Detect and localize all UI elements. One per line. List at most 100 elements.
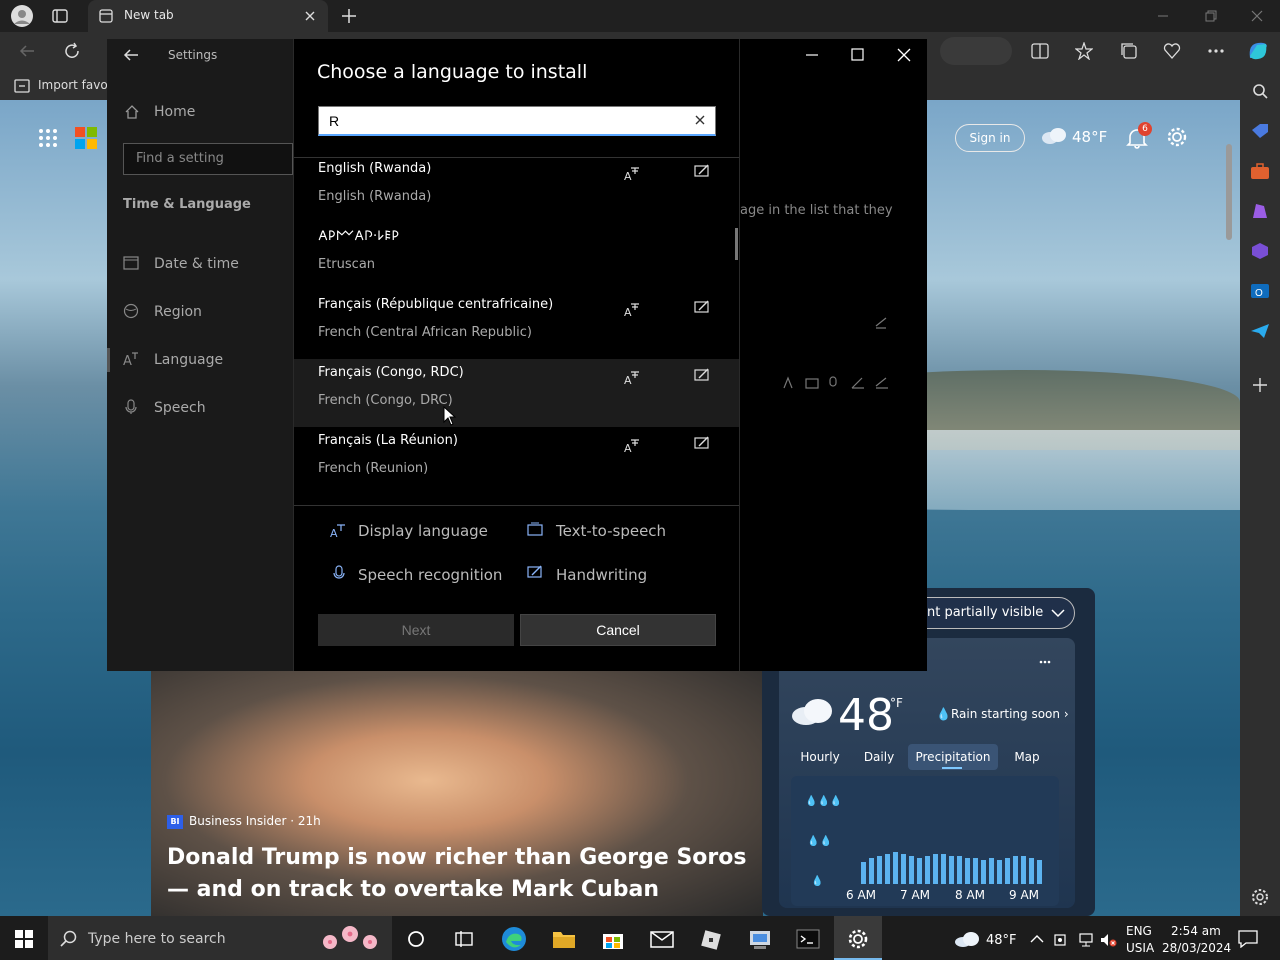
rain-forecast[interactable]: 💧Rain starting soon › bbox=[936, 707, 1069, 721]
news-source[interactable]: BI Business Insider · 21h bbox=[167, 814, 321, 829]
restore-browser-icon[interactable] bbox=[1204, 9, 1218, 23]
close-tab-icon[interactable] bbox=[304, 10, 316, 22]
nav-region[interactable]: Region bbox=[154, 304, 202, 320]
list-item[interactable]: Français (République centrafricaine) Fre… bbox=[294, 291, 739, 359]
list-item[interactable]: Français (La Réunion) French (Reunion) A bbox=[294, 427, 739, 495]
minimize-browser-icon[interactable] bbox=[1156, 10, 1170, 22]
performance-heart-icon[interactable] bbox=[1163, 42, 1181, 60]
volume-muted-icon[interactable] bbox=[1100, 932, 1118, 948]
find-setting-input[interactable]: Find a setting bbox=[123, 143, 293, 175]
page-scrollbar[interactable] bbox=[1222, 104, 1236, 916]
taskbar-search-box[interactable]: Type here to search bbox=[48, 916, 392, 960]
nav-language[interactable]: Language bbox=[154, 352, 223, 368]
tools-briefcase-icon[interactable] bbox=[1250, 162, 1270, 180]
terminal-icon[interactable] bbox=[796, 929, 820, 949]
input-region[interactable]: USIA bbox=[1126, 941, 1154, 955]
back-arrow-icon[interactable] bbox=[18, 43, 36, 59]
microsoft-365-icon[interactable] bbox=[1250, 242, 1270, 260]
clock-time[interactable]: 2:54 am bbox=[1171, 924, 1221, 938]
page-settings-gear-icon[interactable] bbox=[1166, 126, 1188, 148]
content-visibility-dropdown[interactable]: nt partially visible bbox=[910, 597, 1075, 629]
telegram-send-icon[interactable] bbox=[1250, 322, 1270, 340]
language-native-name: Français (La Réunion) bbox=[318, 433, 458, 448]
app-launcher-icon[interactable] bbox=[38, 128, 58, 148]
handwriting-icon bbox=[694, 367, 710, 383]
taskbar-settings-active[interactable] bbox=[834, 916, 882, 960]
profile-avatar-icon[interactable] bbox=[10, 4, 34, 28]
cancel-button[interactable]: Cancel bbox=[520, 614, 716, 646]
taskbar-weather-temp[interactable]: 48°F bbox=[986, 933, 1017, 948]
more-options-icon[interactable] bbox=[1207, 48, 1225, 54]
list-item[interactable]: 𐌀𐌓𐌌𐌀𐌐·𐌋𐌄𐌓 Etruscan bbox=[294, 223, 739, 291]
add-sidebar-app-icon[interactable] bbox=[1252, 377, 1268, 393]
news-headline[interactable]: Donald Trump is now richer than George S… bbox=[167, 842, 747, 906]
legend-text-to-speech: Text-to-speech bbox=[556, 522, 667, 540]
scrollbar-thumb[interactable] bbox=[1226, 144, 1232, 240]
speech-recognition-icon bbox=[332, 565, 346, 581]
games-icon[interactable] bbox=[1250, 202, 1270, 220]
language-english-name: French (Central African Republic) bbox=[318, 325, 532, 340]
taskbar-weather-cloud-icon bbox=[954, 931, 980, 947]
weather-tab-map[interactable]: Map bbox=[1000, 744, 1054, 770]
header-weather-temp[interactable]: 48°F bbox=[1072, 128, 1107, 146]
handwriting-icon bbox=[694, 299, 710, 315]
task-view-icon[interactable] bbox=[454, 930, 474, 948]
list-item[interactable]: Français (Congo, RDC) French (Congo, DRC… bbox=[294, 359, 739, 427]
language-search-input[interactable] bbox=[329, 111, 689, 131]
control-panel-icon[interactable] bbox=[748, 928, 772, 950]
windows-start-icon[interactable] bbox=[15, 930, 33, 948]
cloud-icon bbox=[1040, 126, 1068, 144]
weather-tab-daily[interactable]: Daily bbox=[852, 744, 906, 770]
copilot-icon[interactable] bbox=[1246, 40, 1270, 62]
settings-minimize-icon[interactable] bbox=[804, 47, 820, 63]
input-language[interactable]: ENG bbox=[1126, 924, 1152, 938]
microsoft-store-icon[interactable] bbox=[601, 928, 625, 950]
clear-search-icon[interactable] bbox=[693, 113, 707, 127]
roblox-icon[interactable] bbox=[700, 929, 722, 951]
settings-background-text: age in the list that they bbox=[740, 203, 893, 218]
edge-browser-icon[interactable] bbox=[501, 926, 527, 952]
next-button[interactable]: Next bbox=[318, 614, 514, 646]
import-favorites-link[interactable]: Import favori bbox=[38, 78, 116, 92]
chevron-down-icon bbox=[1051, 608, 1065, 618]
language-english-name: French (Reunion) bbox=[318, 461, 429, 476]
nav-date-time[interactable]: Date & time bbox=[154, 256, 239, 272]
svg-text:A: A bbox=[624, 374, 632, 385]
settings-maximize-icon[interactable] bbox=[850, 47, 866, 63]
collections-icon[interactable] bbox=[1120, 42, 1138, 60]
cortana-icon[interactable] bbox=[407, 930, 425, 948]
language-list-scrollbar[interactable] bbox=[735, 228, 738, 260]
close-browser-icon[interactable] bbox=[1250, 9, 1264, 23]
workspaces-icon[interactable] bbox=[52, 8, 68, 24]
refresh-icon[interactable] bbox=[63, 42, 81, 60]
clock-date[interactable]: 28/03/2024 bbox=[1162, 941, 1231, 955]
settings-close-icon[interactable] bbox=[896, 47, 912, 63]
settings-gear-icon bbox=[847, 928, 869, 950]
sign-in-button[interactable]: Sign in bbox=[955, 124, 1025, 152]
nav-speech[interactable]: Speech bbox=[154, 400, 206, 416]
favorites-star-icon[interactable] bbox=[1075, 42, 1093, 60]
address-bar[interactable] bbox=[940, 37, 1012, 65]
nav-home[interactable]: Home bbox=[154, 104, 195, 120]
meet-now-icon[interactable] bbox=[1054, 932, 1070, 948]
mail-icon[interactable] bbox=[650, 930, 674, 948]
new-tab-button[interactable] bbox=[340, 7, 358, 25]
settings-back-arrow-icon[interactable] bbox=[122, 47, 140, 63]
list-item[interactable]: English (Rwanda) English (Rwanda) A bbox=[294, 158, 739, 223]
show-hidden-icons-chevron[interactable] bbox=[1030, 934, 1044, 944]
file-explorer-icon[interactable] bbox=[552, 928, 576, 950]
tab-title: New tab bbox=[124, 8, 174, 22]
notifications-icon[interactable] bbox=[1238, 930, 1258, 948]
weather-more-icon[interactable] bbox=[1039, 660, 1051, 664]
language-native-name: 𐌀𐌓𐌌𐌀𐌐·𐌋𐌄𐌓 bbox=[318, 229, 400, 244]
browser-tab-new-tab[interactable]: New tab bbox=[88, 0, 328, 32]
shopping-tag-icon[interactable] bbox=[1250, 122, 1270, 140]
sidebar-settings-gear-icon[interactable] bbox=[1251, 888, 1269, 906]
language-list[interactable]: English (Rwanda) English (Rwanda) A 𐌀𐌓𐌌𐌀… bbox=[294, 157, 739, 505]
network-icon[interactable] bbox=[1078, 932, 1094, 948]
weather-tab-hourly[interactable]: Hourly bbox=[790, 744, 850, 770]
language-search-box[interactable] bbox=[318, 106, 716, 136]
search-icon[interactable] bbox=[1252, 83, 1268, 99]
split-screen-icon[interactable] bbox=[1031, 43, 1049, 59]
outlook-icon[interactable]: O bbox=[1250, 282, 1270, 300]
